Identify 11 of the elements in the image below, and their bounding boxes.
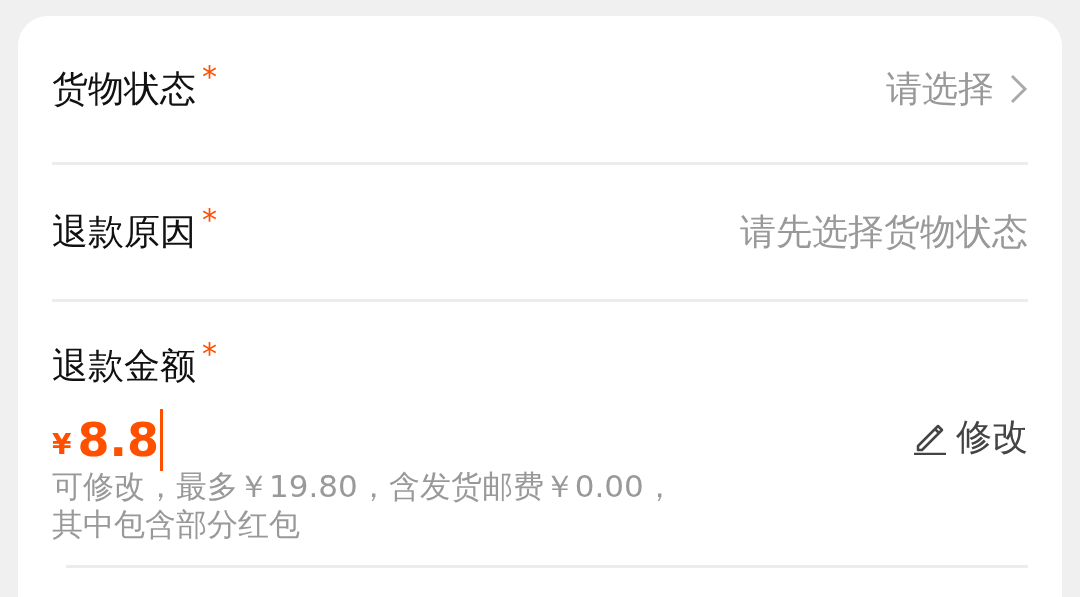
field-label: 货物状态 — [52, 66, 196, 111]
field-label: 退款原因 — [52, 209, 196, 254]
placeholder-text[interactable]: 请先选择货物状态 — [740, 207, 1028, 257]
field-label: 退款金额 — [52, 344, 196, 388]
amount-input[interactable]: ¥8.8 — [52, 409, 163, 471]
required-mark: * — [202, 336, 217, 371]
chevron-right-icon — [1008, 72, 1030, 106]
edit-link[interactable]: 修改 — [956, 412, 1028, 462]
placeholder-text[interactable]: 请选择 — [886, 64, 994, 114]
required-mark: * — [202, 58, 217, 94]
required-mark: * — [202, 201, 217, 237]
